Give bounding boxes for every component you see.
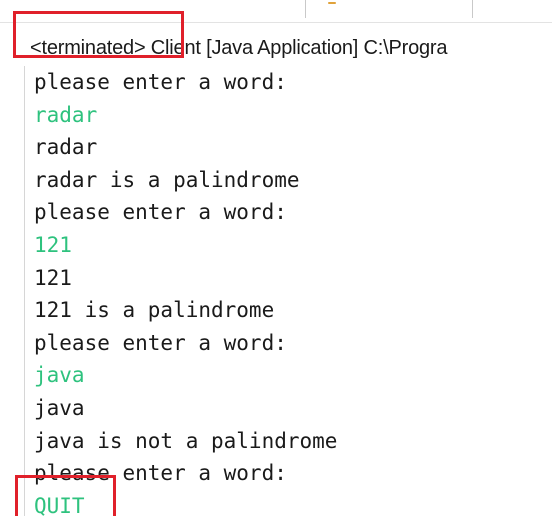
console-output-line: please enter a word:	[34, 330, 287, 355]
console-output-line: please enter a word:	[34, 200, 287, 225]
console-output-line: java is not a palindrome	[34, 428, 338, 453]
console-output-line: radar is a palindrome	[34, 167, 300, 192]
toolbar-icon-fragment	[328, 2, 336, 4]
toolbar-divider	[305, 0, 306, 18]
toolbar-divider	[472, 0, 473, 18]
highlight-box-terminated	[13, 11, 184, 58]
console-output-line: 121	[34, 265, 72, 290]
console-input-line: radar	[34, 102, 98, 127]
console-border	[24, 66, 25, 516]
console-output-line: java	[34, 395, 85, 420]
highlight-box-quit	[15, 475, 116, 516]
console-input-line: java	[34, 363, 85, 388]
console-output[interactable]: please enter a word: radar radar radar is a…	[34, 66, 544, 516]
console-view: <terminated> Client [Java Application] C…	[0, 0, 552, 516]
console-output-line: 121 is a palindrome	[34, 298, 275, 323]
console-output-line: please enter a word:	[34, 70, 287, 94]
console-output-line: radar	[34, 135, 98, 160]
console-input-line: 121	[34, 232, 72, 257]
